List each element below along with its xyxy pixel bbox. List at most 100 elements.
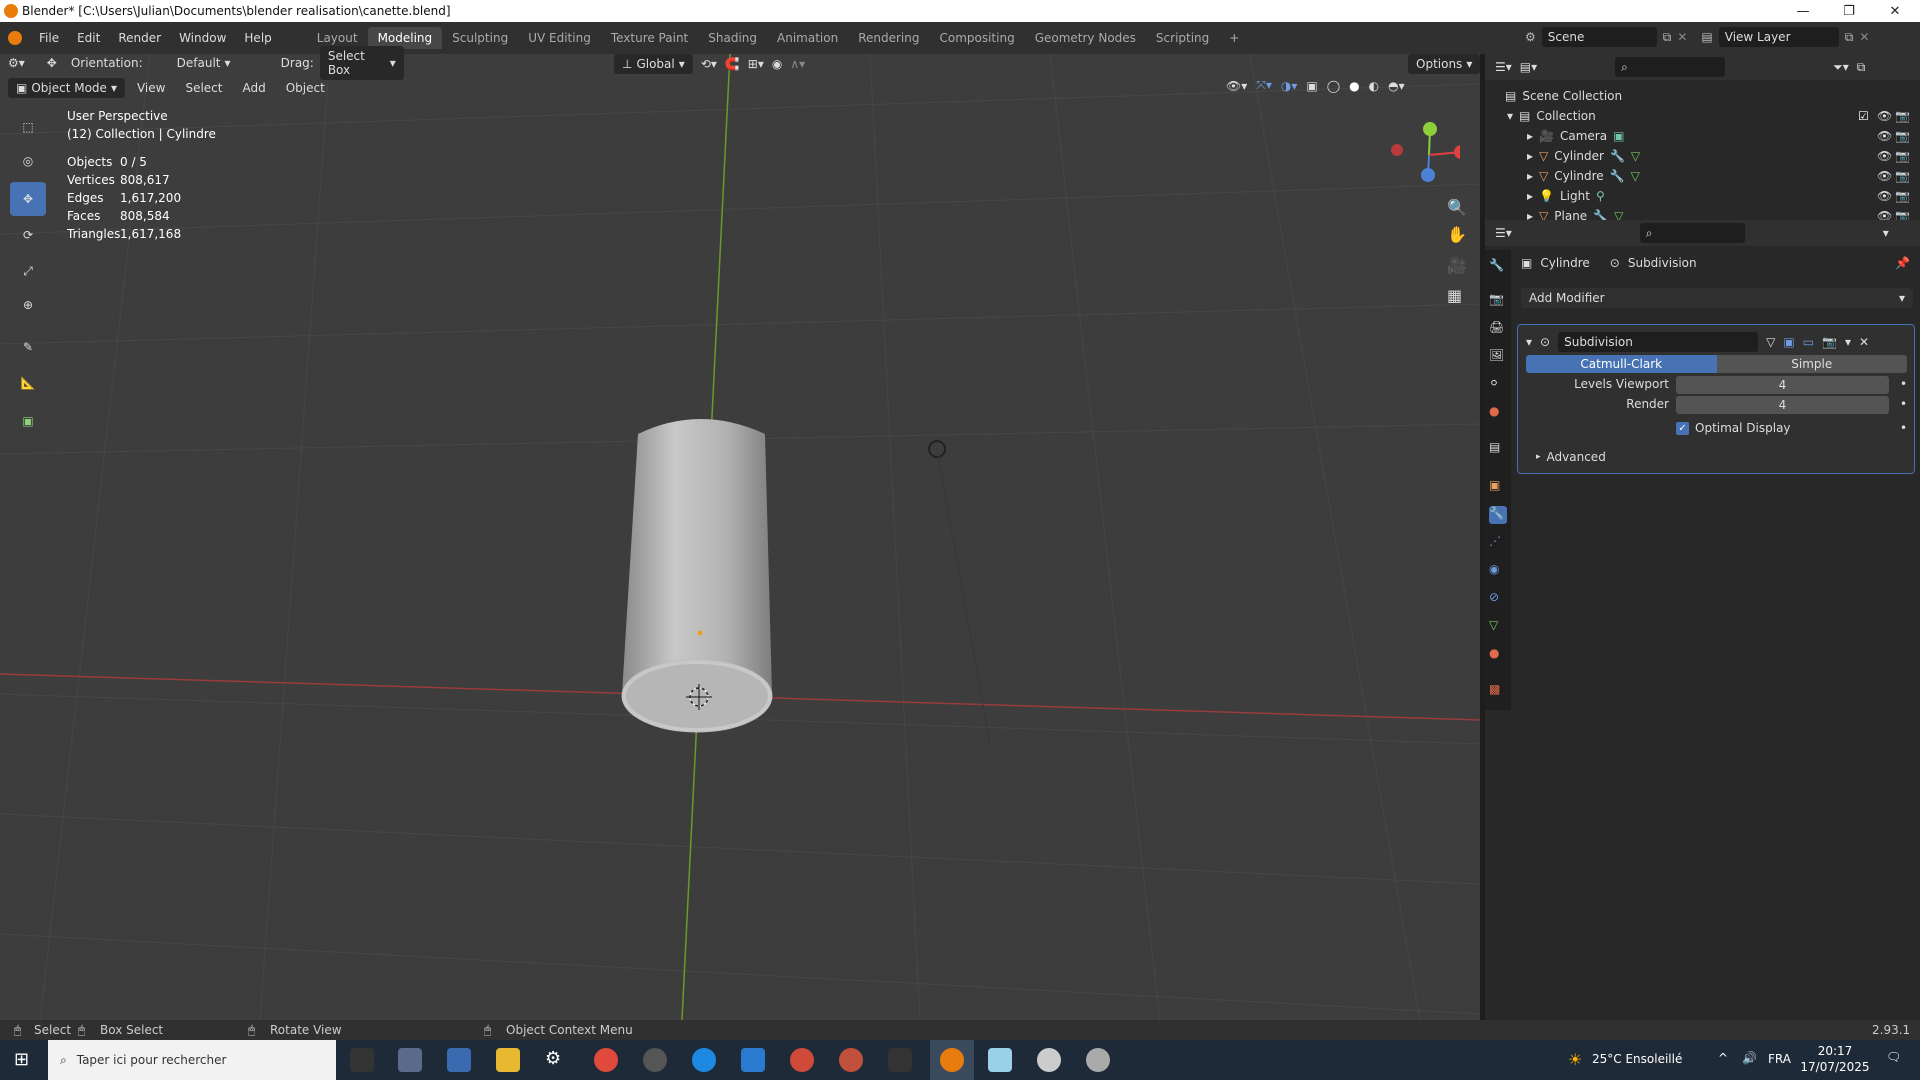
tab-scene-icon[interactable]: ⚪ — [1489, 376, 1507, 394]
tab-sculpting[interactable]: Sculpting — [442, 27, 518, 49]
eye-icon[interactable]: 👁 — [1877, 149, 1892, 163]
cursor-tool-icon[interactable]: ◎ — [10, 144, 46, 178]
clock[interactable]: 20:17 17/07/2025 — [1800, 1043, 1870, 1075]
annotate-tool-icon[interactable]: ✎ — [10, 330, 46, 364]
camera-render-icon[interactable]: 📷 — [1895, 149, 1910, 163]
tab-physics-icon[interactable]: ◉ — [1489, 562, 1507, 580]
outliner-search-input[interactable]: ⌕ — [1615, 57, 1726, 77]
transform-tool-icon[interactable]: ✥ — [39, 53, 65, 73]
outliner-item-cylinder[interactable]: ▸ ▽ Cylinder 🔧 ▽ 👁 📷 — [1485, 146, 1920, 166]
blender-icon[interactable] — [940, 1048, 964, 1072]
editor-type-icon[interactable]: ☰▾ — [1495, 226, 1512, 240]
wireframe-shading-icon[interactable]: ◯ — [1327, 79, 1340, 93]
vscode-icon[interactable] — [741, 1048, 765, 1072]
tab-geometry-nodes[interactable]: Geometry Nodes — [1025, 27, 1146, 49]
blender-menu-icon[interactable] — [0, 31, 30, 45]
camera-render-icon[interactable]: 📷 — [1895, 109, 1910, 123]
menu-help[interactable]: Help — [235, 31, 280, 45]
epic-games-icon[interactable] — [888, 1048, 912, 1072]
outliner-item-light[interactable]: ▸ 💡 Light ⚲ 👁 📷 — [1485, 186, 1920, 206]
simple-button[interactable]: Simple — [1716, 355, 1907, 373]
eye-icon[interactable]: 👁 — [1877, 129, 1892, 143]
new-view-layer-icon[interactable]: ⧉ — [1845, 30, 1854, 45]
rotate-tool-icon[interactable]: ⟳ — [10, 218, 46, 252]
add-modifier-dropdown[interactable]: Add Modifier ▾ — [1521, 288, 1913, 308]
menu-view[interactable]: View — [129, 78, 173, 98]
transform-orientation-dropdown[interactable]: ⊥ Global ▾ — [614, 54, 693, 74]
tab-output-icon[interactable]: 🖨 — [1489, 320, 1507, 338]
checkbox-icon[interactable]: ☑ — [1858, 109, 1869, 123]
transform-tool-icon[interactable]: ⊕ — [10, 288, 46, 322]
z-axis-icon[interactable] — [1421, 168, 1435, 182]
move-tool-icon[interactable]: ✥ — [10, 182, 46, 216]
menu-render[interactable]: Render — [109, 31, 170, 45]
chevron-up-icon[interactable]: ^ — [1718, 1051, 1728, 1065]
file-explorer-icon[interactable] — [496, 1048, 520, 1072]
expand-arrow-icon[interactable]: ▸ — [1527, 129, 1533, 143]
navigation-gizmo[interactable] — [1380, 115, 1460, 190]
chevron-down-icon[interactable]: ▾ — [1883, 226, 1889, 240]
pin-icon[interactable]: 📌 — [1895, 256, 1910, 270]
gizmo-toggle-icon[interactable]: ⤧▾ — [1256, 78, 1272, 93]
proportional-edit-icon[interactable]: ◉ — [772, 57, 782, 71]
settings-gear-icon[interactable]: ⚙ — [545, 1048, 569, 1072]
delete-view-layer-icon[interactable]: ✕ — [1859, 30, 1869, 44]
viewport-display-icon[interactable]: ▭ — [1803, 335, 1814, 349]
tab-render-icon[interactable]: 📷 — [1489, 292, 1507, 310]
measure-tool-icon[interactable]: 📐 — [10, 366, 46, 400]
menu-object[interactable]: Object — [278, 78, 333, 98]
keyframe-dot-icon[interactable]: • — [1900, 421, 1907, 435]
tab-view-layer-icon[interactable]: 🖼 — [1489, 348, 1507, 366]
app-icon[interactable] — [988, 1048, 1012, 1072]
outliner-collection[interactable]: ▾ ▤ Collection ☑ 👁 📷 — [1485, 106, 1920, 126]
editor-type-icon[interactable]: ⚙▾ — [0, 53, 33, 73]
filter-icon[interactable]: ⏷▾ — [1833, 60, 1849, 75]
outliner-item-cylindre[interactable]: ▸ ▽ Cylindre 🔧 ▽ 👁 📷 — [1485, 166, 1920, 186]
eye-icon[interactable]: 👁 — [1877, 109, 1892, 123]
keyframe-dot-icon[interactable]: • — [1900, 397, 1907, 411]
view-layer-icon[interactable]: ▤ — [1701, 30, 1712, 44]
outliner-scene-collection[interactable]: ▤ Scene Collection — [1485, 86, 1920, 106]
modifier-name-input[interactable]: Subdivision — [1558, 332, 1759, 352]
expand-arrow-icon[interactable]: ▾ — [1507, 109, 1513, 123]
menu-add[interactable]: Add — [234, 78, 273, 98]
weather-text[interactable]: 25°C Ensoleillé — [1592, 1052, 1682, 1066]
drag-dropdown[interactable]: Select Box ▾ — [319, 46, 404, 80]
volume-icon[interactable]: 🔊 — [1742, 1051, 1757, 1065]
app-icon[interactable] — [1086, 1048, 1110, 1072]
tab-scripting[interactable]: Scripting — [1146, 27, 1219, 49]
collapse-arrow-icon[interactable]: ▾ — [1526, 335, 1532, 349]
notification-icon[interactable]: 🗨 — [1886, 1050, 1901, 1064]
task-view-icon[interactable] — [350, 1048, 374, 1072]
maximize-button[interactable]: ❐ — [1826, 0, 1872, 22]
menu-file[interactable]: File — [30, 31, 68, 45]
overlay-toggle-icon[interactable]: ◑▾ — [1281, 79, 1298, 93]
camera-render-icon[interactable]: 📷 — [1895, 169, 1910, 183]
menu-edit[interactable]: Edit — [68, 31, 109, 45]
falloff-icon[interactable]: ∧▾ — [790, 57, 805, 71]
catmull-clark-button[interactable]: Catmull-Clark — [1526, 355, 1717, 373]
tab-compositing[interactable]: Compositing — [929, 27, 1024, 49]
display-mode-icon[interactable]: ▤▾ — [1520, 60, 1537, 74]
chrome-icon[interactable] — [594, 1048, 618, 1072]
render-display-icon[interactable]: 📷 — [1822, 335, 1837, 349]
language-indicator[interactable]: FRA — [1768, 1052, 1791, 1066]
tab-constraints-icon[interactable]: ⊘ — [1489, 590, 1507, 608]
options-dropdown[interactable]: Options ▾ — [1408, 54, 1481, 74]
windows-start-icon[interactable]: ⊞ — [14, 1049, 29, 1070]
properties-search-input[interactable]: ⌕ — [1639, 223, 1745, 243]
edit-mode-icon[interactable]: ▽ — [1766, 335, 1775, 349]
tab-modifier-icon[interactable]: 🔧 — [1489, 506, 1507, 524]
chrome-icon[interactable] — [790, 1048, 814, 1072]
snap-target-icon[interactable]: ⊞▾ — [748, 57, 764, 71]
render-levels-slider[interactable]: 4 — [1676, 396, 1889, 414]
expand-arrow-icon[interactable]: ▸ — [1527, 189, 1533, 203]
chrome-icon[interactable] — [839, 1048, 863, 1072]
tab-texture-paint[interactable]: Texture Paint — [601, 27, 698, 49]
tab-collection-icon[interactable]: ▤ — [1489, 440, 1507, 458]
app-icon[interactable] — [1037, 1048, 1061, 1072]
material-shading-icon[interactable]: ◐ — [1369, 79, 1379, 93]
visibility-icon[interactable]: 👁▾ — [1226, 79, 1247, 93]
levels-viewport-slider[interactable]: 4 — [1676, 376, 1889, 394]
outliner-item-camera[interactable]: ▸ 🎥 Camera ▣ 👁 📷 — [1485, 126, 1920, 146]
